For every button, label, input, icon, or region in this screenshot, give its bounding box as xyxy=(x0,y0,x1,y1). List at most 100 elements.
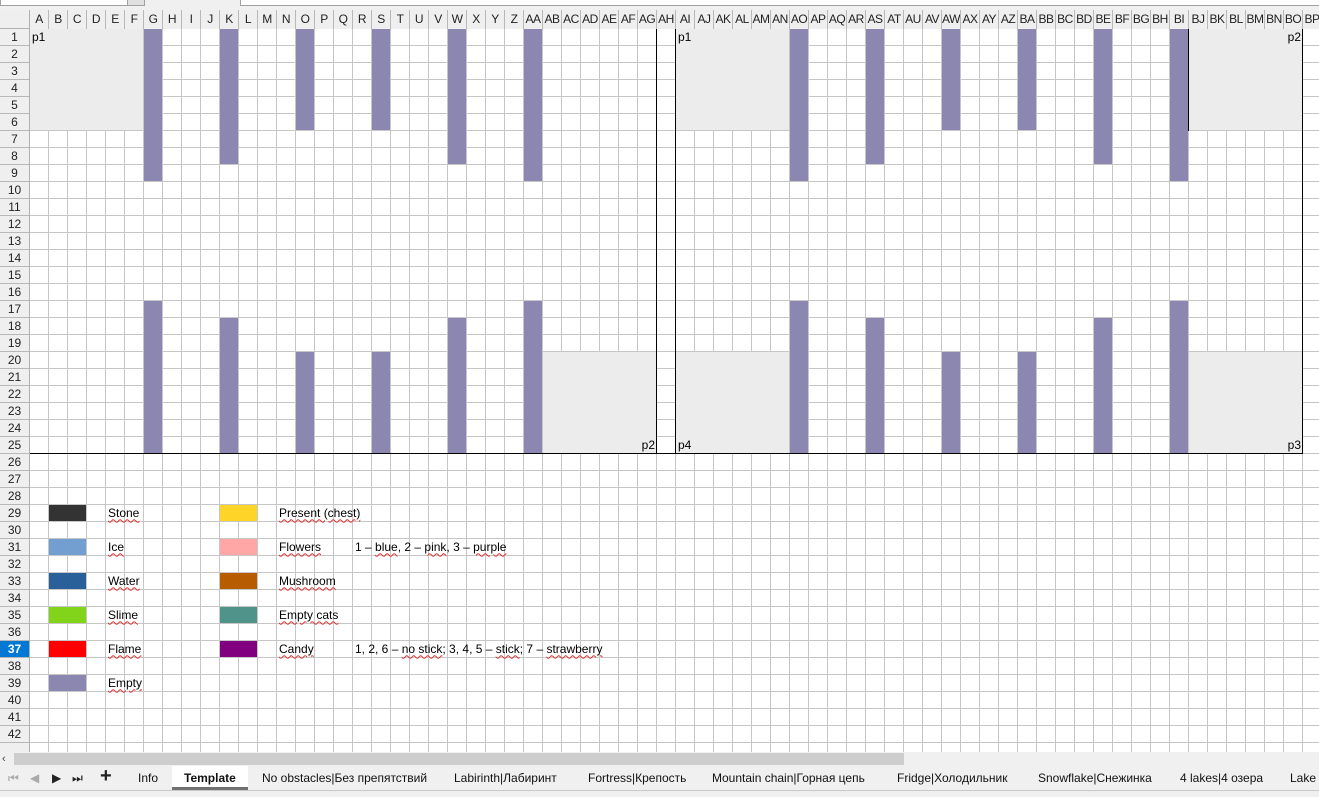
row-header-2[interactable]: 2 xyxy=(0,46,29,63)
column-header-p[interactable]: P xyxy=(315,10,334,29)
row-header-25[interactable]: 25 xyxy=(0,437,29,454)
column-header-am[interactable]: AM xyxy=(752,10,771,29)
column-header-d[interactable]: D xyxy=(87,10,106,29)
column-header-t[interactable]: T xyxy=(391,10,410,29)
row-header-28[interactable]: 28 xyxy=(0,488,29,505)
row-header-26[interactable]: 26 xyxy=(0,454,29,471)
column-header-ba[interactable]: BA xyxy=(1018,10,1037,29)
row-header-20[interactable]: 20 xyxy=(0,352,29,369)
row-header-22[interactable]: 22 xyxy=(0,386,29,403)
column-header-b[interactable]: B xyxy=(49,10,68,29)
row-header-23[interactable]: 23 xyxy=(0,403,29,420)
row-header-12[interactable]: 12 xyxy=(0,216,29,233)
column-header-w[interactable]: W xyxy=(448,10,467,29)
column-header-r[interactable]: R xyxy=(353,10,372,29)
row-header-15[interactable]: 15 xyxy=(0,267,29,284)
row-header-27[interactable]: 27 xyxy=(0,471,29,488)
column-header-bn[interactable]: BN xyxy=(1265,10,1284,29)
prev-sheet-icon[interactable]: ◀ xyxy=(30,769,39,787)
column-header-bp[interactable]: BP xyxy=(1303,10,1319,29)
sheet-tab[interactable]: Template xyxy=(172,766,248,790)
sheet-tab[interactable]: Snowflake|Снежинка xyxy=(1034,766,1156,790)
column-header-ah[interactable]: AH xyxy=(657,10,676,29)
column-header-m[interactable]: M xyxy=(258,10,277,29)
name-box-dropdown[interactable] xyxy=(127,0,145,6)
row-header-7[interactable]: 7 xyxy=(0,131,29,148)
column-header-ae[interactable]: AE xyxy=(600,10,619,29)
column-header-j[interactable]: J xyxy=(201,10,220,29)
column-header-o[interactable]: O xyxy=(296,10,315,29)
column-header-bj[interactable]: BJ xyxy=(1189,10,1208,29)
row-header-40[interactable]: 40 xyxy=(0,692,29,709)
scroll-left-arrow[interactable]: ‹ xyxy=(2,752,6,766)
column-header-aa[interactable]: AA xyxy=(524,10,543,29)
column-header-q[interactable]: Q xyxy=(334,10,353,29)
column-header-e[interactable]: E xyxy=(106,10,125,29)
row-header-29[interactable]: 29 xyxy=(0,505,29,522)
column-header-bo[interactable]: BO xyxy=(1284,10,1303,29)
last-sheet-icon[interactable]: ⏭ xyxy=(72,769,83,787)
row-header-8[interactable]: 8 xyxy=(0,148,29,165)
row-header-14[interactable]: 14 xyxy=(0,250,29,267)
column-header-s[interactable]: S xyxy=(372,10,391,29)
row-header-24[interactable]: 24 xyxy=(0,420,29,437)
column-header-be[interactable]: BE xyxy=(1094,10,1113,29)
row-header-37[interactable]: 37 xyxy=(0,640,29,658)
column-header-ak[interactable]: AK xyxy=(714,10,733,29)
row-header-6[interactable]: 6 xyxy=(0,114,29,131)
row-header-31[interactable]: 31 xyxy=(0,539,29,556)
column-header-h[interactable]: H xyxy=(163,10,182,29)
column-header-bh[interactable]: BH xyxy=(1151,10,1170,29)
column-header-an[interactable]: AN xyxy=(771,10,790,29)
formula-input[interactable] xyxy=(240,0,1319,6)
column-header-n[interactable]: N xyxy=(277,10,296,29)
column-header-al[interactable]: AL xyxy=(733,10,752,29)
sheet-tab[interactable]: 4 lakes|4 озера xyxy=(1176,766,1267,790)
column-header-ar[interactable]: AR xyxy=(847,10,866,29)
column-header-ac[interactable]: AC xyxy=(562,10,581,29)
sheet-tab[interactable]: Labirinth|Лабиринт xyxy=(450,766,561,790)
sheet-tab[interactable]: No obstacles|Без препятствий xyxy=(258,766,431,790)
column-header-a[interactable]: A xyxy=(30,10,49,29)
column-header-bm[interactable]: BM xyxy=(1246,10,1265,29)
column-header-ay[interactable]: AY xyxy=(980,10,999,29)
spreadsheet-grid[interactable]: p1 p2 p1 p2 p4 p3 Stone Ice Water Slime Flame Empty… xyxy=(30,28,1319,753)
column-header-c[interactable]: C xyxy=(68,10,87,29)
column-header-u[interactable]: U xyxy=(410,10,429,29)
row-header-34[interactable]: 34 xyxy=(0,590,29,607)
row-header-5[interactable]: 5 xyxy=(0,97,29,114)
row-header-4[interactable]: 4 xyxy=(0,80,29,97)
row-header-38[interactable]: 38 xyxy=(0,658,29,675)
column-header-y[interactable]: Y xyxy=(486,10,505,29)
row-header-33[interactable]: 33 xyxy=(0,573,29,590)
row-header-11[interactable]: 11 xyxy=(0,199,29,216)
row-header-41[interactable]: 41 xyxy=(0,709,29,726)
column-header-ag[interactable]: AG xyxy=(638,10,657,29)
horizontal-scrollbar[interactable]: ‹ xyxy=(0,752,1319,766)
column-header-az[interactable]: AZ xyxy=(999,10,1018,29)
sheet-tab[interactable]: Lake v xyxy=(1286,766,1319,790)
column-header-aw[interactable]: AW xyxy=(942,10,961,29)
column-header-bc[interactable]: BC xyxy=(1056,10,1075,29)
column-header-k[interactable]: K xyxy=(220,10,239,29)
column-header-aq[interactable]: AQ xyxy=(828,10,847,29)
column-header-ao[interactable]: AO xyxy=(790,10,809,29)
column-header-ax[interactable]: AX xyxy=(961,10,980,29)
sheet-tab[interactable]: Fortress|Крепость xyxy=(584,766,690,790)
column-header-i[interactable]: I xyxy=(182,10,201,29)
name-box[interactable] xyxy=(0,0,145,6)
scrollbar-thumb[interactable] xyxy=(14,753,904,765)
column-header-g[interactable]: G xyxy=(144,10,163,29)
column-header-bb[interactable]: BB xyxy=(1037,10,1056,29)
column-header-at[interactable]: AT xyxy=(885,10,904,29)
row-header-21[interactable]: 21 xyxy=(0,369,29,386)
column-header-ab[interactable]: AB xyxy=(543,10,562,29)
next-sheet-icon[interactable]: ▶ xyxy=(52,769,61,787)
row-header-17[interactable]: 17 xyxy=(0,301,29,318)
column-header-l[interactable]: L xyxy=(239,10,258,29)
row-header-32[interactable]: 32 xyxy=(0,556,29,573)
column-header-bf[interactable]: BF xyxy=(1113,10,1132,29)
sheet-tab[interactable]: Info xyxy=(134,766,162,790)
select-all-corner[interactable] xyxy=(0,10,30,29)
column-header-z[interactable]: Z xyxy=(505,10,524,29)
